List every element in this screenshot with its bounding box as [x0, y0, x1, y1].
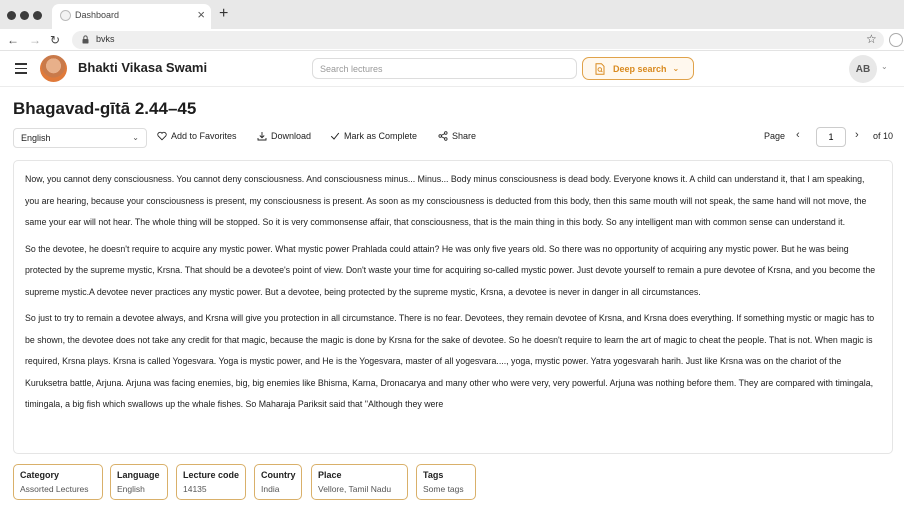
meta-label: Language — [117, 470, 160, 480]
checkmark-icon — [330, 132, 340, 140]
download-label: Download — [271, 131, 312, 141]
mark-as-complete-label: Mark as Complete — [344, 131, 418, 141]
browser-profile-icon[interactable] — [889, 33, 903, 47]
chevron-down-icon: ⌄ — [132, 133, 139, 142]
window-controls — [7, 11, 42, 20]
meta-value: Assorted Lectures — [20, 484, 89, 494]
app-header: Bhakti Vikasa Swami Deep search ⌄ AB ⌄ — [0, 52, 904, 87]
mark-as-complete-button[interactable]: Mark as Complete — [330, 131, 417, 141]
url-text: bvks — [96, 34, 115, 44]
back-arrow-icon[interactable]: ← — [7, 31, 19, 49]
meta-label: Category — [20, 470, 60, 480]
chevron-down-icon: ⌄ — [672, 64, 680, 73]
meta-card-category: Category Assorted Lectures — [13, 464, 103, 500]
meta-value: 14135 — [183, 484, 207, 494]
meta-value: India — [261, 484, 280, 494]
address-bar: ← → ↻ bvks ☆ — [0, 29, 904, 51]
meta-label: Country — [261, 470, 296, 480]
add-to-favorites-button[interactable]: Add to Favorites — [157, 131, 237, 141]
transcript-paragraph: Now, you cannot deny consciousness. You … — [25, 174, 867, 227]
add-to-favorites-label: Add to Favorites — [171, 131, 237, 141]
previous-page-chevron-icon[interactable]: ‹ — [796, 129, 800, 141]
meta-value: English — [117, 484, 145, 494]
download-button[interactable]: Download — [257, 131, 311, 141]
reload-icon[interactable]: ↻ — [50, 31, 60, 49]
user-menu-chevron-icon[interactable]: ⌄ — [881, 62, 888, 71]
maximize-window-dot[interactable] — [33, 11, 42, 20]
deep-search-label: Deep search — [613, 63, 667, 74]
minimize-window-dot[interactable] — [20, 11, 29, 20]
document-search-icon — [595, 62, 605, 75]
page-number-input[interactable] — [816, 127, 846, 147]
tab-close-icon[interactable]: × — [197, 8, 205, 22]
url-field[interactable]: bvks — [72, 31, 884, 49]
tab-title: Dashboard — [75, 10, 120, 20]
browser-tab-bar: Dashboard × + — [0, 0, 904, 29]
meta-value: Some tags — [423, 484, 464, 494]
meta-label: Lecture code — [183, 470, 240, 480]
meta-label: Tags — [423, 470, 444, 480]
transcript-panel[interactable]: Now, you cannot deny consciousness. You … — [13, 160, 893, 454]
share-button[interactable]: Share — [438, 131, 476, 141]
heart-icon — [157, 131, 167, 141]
deep-search-button[interactable]: Deep search ⌄ — [582, 57, 694, 80]
page-title: Bhagavad-gītā 2.44–45 — [13, 99, 197, 118]
language-select[interactable]: English ⌄ — [13, 128, 147, 148]
meta-card-language: Language English — [110, 464, 168, 500]
bookmark-star-icon[interactable]: ☆ — [866, 32, 877, 46]
search-input[interactable] — [312, 58, 577, 79]
meta-value: Vellore, Tamil Nadu — [318, 484, 392, 494]
meta-card-tags: Tags Some tags — [416, 464, 476, 500]
transcript-paragraph: So just to try to remain a devotee alway… — [25, 313, 875, 409]
download-icon — [257, 132, 267, 141]
meta-card-place: Place Vellore, Tamil Nadu — [311, 464, 408, 500]
browser-tab[interactable]: Dashboard × — [52, 4, 211, 29]
new-tab-icon[interactable]: + — [219, 5, 228, 23]
site-logo-avatar — [40, 55, 67, 82]
page-total: of 10 — [873, 131, 894, 141]
next-page-chevron-icon[interactable]: › — [855, 129, 859, 141]
site-title: Bhakti Vikasa Swami — [78, 60, 208, 75]
meta-label: Place — [318, 470, 342, 480]
close-window-dot[interactable] — [7, 11, 16, 20]
tab-favicon-icon — [60, 10, 71, 21]
lock-icon — [82, 35, 89, 44]
hamburger-menu-icon[interactable] — [15, 63, 27, 74]
transcript-paragraph: So the devotee, he doesn't require to ac… — [25, 243, 876, 297]
meta-card-country: Country India — [254, 464, 302, 500]
page-label: Page — [764, 131, 786, 141]
meta-card-lecture-code: Lecture code 14135 — [176, 464, 246, 500]
forward-arrow-icon[interactable]: → — [29, 31, 41, 49]
language-select-value: English — [21, 133, 51, 143]
user-avatar[interactable]: AB — [849, 55, 877, 83]
share-icon — [438, 131, 448, 141]
share-label: Share — [452, 131, 477, 141]
